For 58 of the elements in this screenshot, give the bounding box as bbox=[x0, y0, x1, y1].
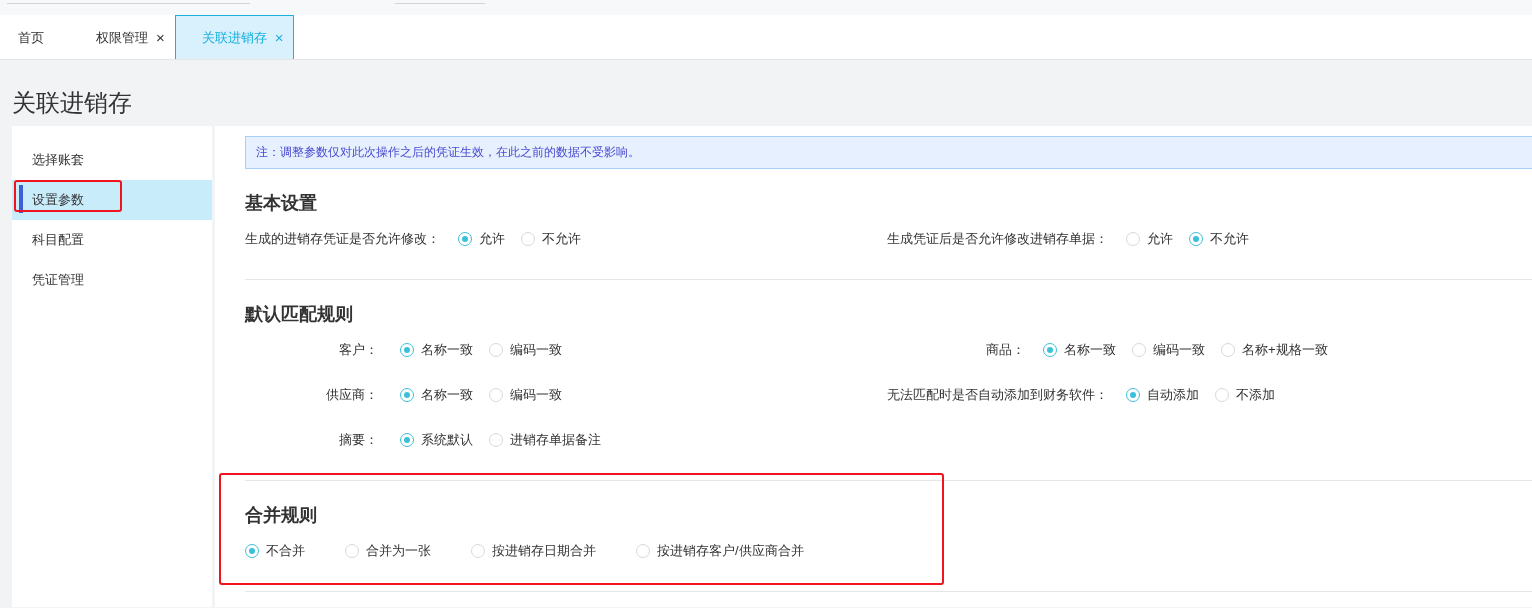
sidebar-item[interactable]: 科目配置 bbox=[12, 220, 212, 260]
section-title: 默认匹配规则 bbox=[245, 303, 354, 326]
option-label[interactable]: 进销存单据备注 bbox=[510, 431, 601, 449]
option-label[interactable]: 自动添加 bbox=[1147, 386, 1199, 404]
radio-button[interactable] bbox=[471, 544, 485, 558]
tab[interactable]: 首页 bbox=[0, 15, 69, 59]
option-label[interactable]: 编码一致 bbox=[510, 386, 562, 404]
option-label[interactable]: 允许 bbox=[1147, 230, 1173, 248]
radio-button[interactable] bbox=[1221, 343, 1235, 357]
field-label: 商品： bbox=[985, 341, 1025, 359]
field-label: 供应商： bbox=[325, 386, 378, 404]
radio-button[interactable] bbox=[1132, 343, 1146, 357]
field-label: 生成的进销存凭证是否允许修改： bbox=[245, 230, 440, 248]
section-title: 合并规则 bbox=[245, 504, 318, 527]
field-label: 生成凭证后是否允许修改进销存单据： bbox=[887, 230, 1108, 248]
option-label[interactable]: 不合并 bbox=[266, 542, 305, 560]
option-label[interactable]: 名称一致 bbox=[1064, 341, 1116, 359]
option-label[interactable]: 名称一致 bbox=[421, 341, 473, 359]
radio-button[interactable] bbox=[1215, 388, 1229, 402]
radio-button[interactable] bbox=[1126, 388, 1140, 402]
radio-button[interactable] bbox=[345, 544, 359, 558]
sidebar-item[interactable]: 凭证管理 bbox=[12, 260, 212, 300]
radio-button[interactable] bbox=[245, 544, 259, 558]
radio-button[interactable] bbox=[400, 388, 414, 402]
active-indicator bbox=[19, 185, 23, 213]
sidebar-item[interactable]: 设置参数 bbox=[12, 180, 212, 220]
radio-button[interactable] bbox=[521, 232, 535, 246]
option-label[interactable]: 编码一致 bbox=[510, 341, 562, 359]
option-label[interactable]: 允许 bbox=[479, 230, 505, 248]
page-title: 关联进销存 bbox=[12, 88, 133, 118]
radio-button[interactable] bbox=[400, 343, 414, 357]
sidebar-item[interactable]: 选择账套 bbox=[12, 140, 212, 180]
radio-button[interactable] bbox=[1043, 343, 1057, 357]
option-label[interactable]: 名称+规格一致 bbox=[1242, 341, 1328, 359]
option-label[interactable]: 合并为一张 bbox=[366, 542, 431, 560]
radio-button[interactable] bbox=[636, 544, 650, 558]
radio-button[interactable] bbox=[489, 388, 503, 402]
close-button[interactable]: × bbox=[156, 30, 165, 45]
field-label: 摘要： bbox=[338, 431, 378, 449]
option-label[interactable]: 系统默认 bbox=[421, 431, 473, 449]
option-label[interactable]: 不添加 bbox=[1236, 386, 1275, 404]
field-label: 无法匹配时是否自动添加到财务软件： bbox=[887, 386, 1108, 404]
radio-button[interactable] bbox=[1189, 232, 1203, 246]
option-label[interactable]: 编码一致 bbox=[1153, 341, 1205, 359]
option-label[interactable]: 名称一致 bbox=[421, 386, 473, 404]
tab[interactable]: 权限管理 × bbox=[69, 15, 175, 59]
option-label[interactable]: 不允许 bbox=[1210, 230, 1249, 248]
option-label[interactable]: 按进销存日期合并 bbox=[492, 542, 596, 560]
option-label[interactable]: 按进销存客户/供应商合并 bbox=[657, 542, 804, 560]
section-title: 基本设置 bbox=[245, 192, 318, 215]
notice-banner: 注：调整参数仅对此次操作之后的凭证生效，在此之前的数据不受影响。 bbox=[245, 136, 1532, 169]
radio-button[interactable] bbox=[458, 232, 472, 246]
radio-button[interactable] bbox=[489, 433, 503, 447]
option-label[interactable]: 不允许 bbox=[542, 230, 581, 248]
radio-button[interactable] bbox=[400, 433, 414, 447]
field-label: 客户： bbox=[338, 341, 378, 359]
radio-button[interactable] bbox=[489, 343, 503, 357]
radio-button[interactable] bbox=[1126, 232, 1140, 246]
